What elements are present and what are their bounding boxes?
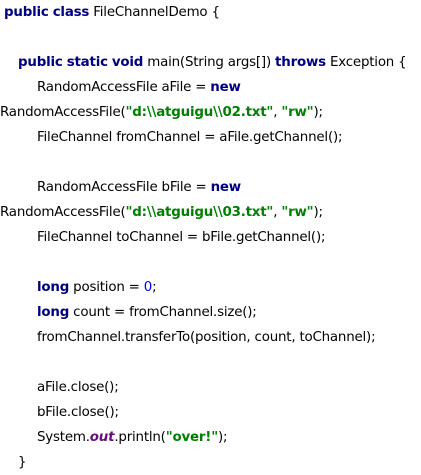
code-line-transfer: fromChannel.transferTo(position, count, … [37,325,376,350]
code-line-println: System.out.println("over!"); [37,425,228,450]
static-field-out: out [89,430,115,445]
code-line-afile-decl: RandomAccessFile aFile = new [37,75,241,100]
code-line-closing-brace: } [18,450,27,475]
count-text: count = fromChannel.size(); [69,305,257,320]
exception-text: Exception { [325,55,407,70]
string-literal-path: "d:\\atguigu\\03.txt" [125,205,274,220]
closing-brace-text: } [18,455,27,470]
keyword-new: new [210,180,242,195]
keyword-new: new [210,80,241,95]
code-line-to-channel: FileChannel toChannel = bFile.getChannel… [37,225,325,250]
code-line-class-declaration: public class FileChannelDemo { [4,0,220,25]
method-signature-text: main(String args[]) [143,55,276,70]
semicolon-text: ; [152,280,157,295]
position-text: position = [69,280,144,295]
keyword-class: class [52,5,90,20]
keyword-long: long [37,280,70,295]
string-literal-over: "over!" [165,430,218,445]
code-line-position: long position = 0; [37,275,157,300]
code-line-bfile-close: bFile.close(); [37,400,119,425]
transfer-text: fromChannel.transferTo(position, count, … [37,330,376,345]
class-name-text: FileChannelDemo { [89,5,220,20]
keyword-static: static [66,55,108,70]
code-line-afile-close: aFile.close(); [37,375,119,400]
ctor-end-text: ); [313,205,323,220]
afile-close-text: aFile.close(); [37,380,119,395]
string-literal-mode: "rw" [281,205,314,220]
keyword-void: void [111,55,144,70]
code-line-bfile-ctor: RandomAccessFile("d:\\atguigu\\03.txt", … [0,200,323,225]
code-line-afile-ctor: RandomAccessFile("d:\\atguigu\\02.txt", … [0,100,323,125]
code-line-count: long count = fromChannel.size(); [37,300,257,325]
string-literal-mode: "rw" [281,105,314,120]
code-line-main-signature: public static void main(String args[]) t… [18,50,407,75]
bfile-decl-text: RandomAccessFile bFile = [37,180,211,195]
code-line-from-channel: FileChannel fromChannel = aFile.getChann… [37,125,343,150]
from-channel-text: FileChannel fromChannel = aFile.getChann… [37,130,343,145]
keyword-throws: throws [275,55,326,70]
keyword-public: public [18,55,63,70]
code-editor: public class FileChannelDemo { public st… [0,0,421,475]
ctor-text: RandomAccessFile( [0,105,126,120]
keyword-public: public [4,5,49,20]
number-literal: 0 [143,280,153,295]
bfile-close-text: bFile.close(); [37,405,119,420]
keyword-long: long [37,305,70,320]
println-text: .println( [114,430,166,445]
ctor-end-text: ); [313,105,323,120]
system-text: System. [37,430,90,445]
afile-decl-text: RandomAccessFile aFile = [37,80,211,95]
ctor-text: RandomAccessFile( [0,205,126,220]
println-end-text: ); [217,430,228,445]
code-line-bfile-decl: RandomAccessFile bFile = new [37,175,241,200]
string-literal-path: "d:\\atguigu\\02.txt" [125,105,274,120]
to-channel-text: FileChannel toChannel = bFile.getChannel… [37,230,326,245]
